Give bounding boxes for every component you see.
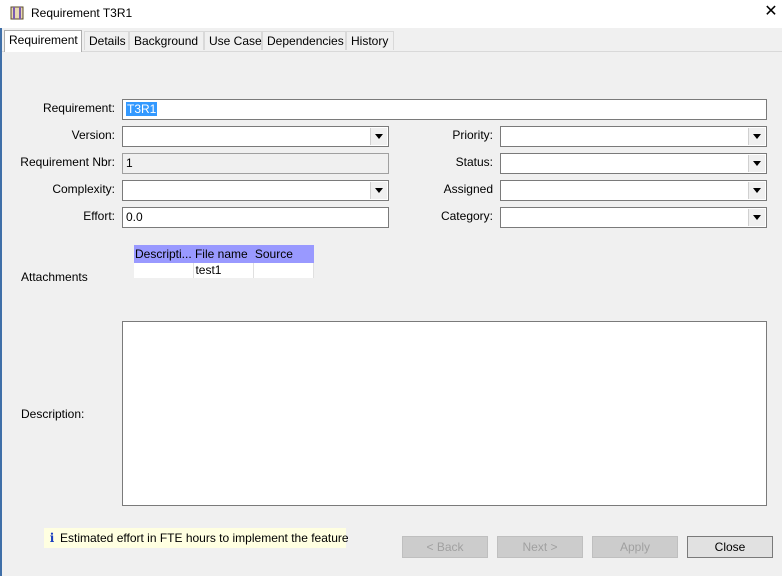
description-textarea[interactable] bbox=[122, 321, 767, 506]
category-select[interactable] bbox=[500, 207, 767, 228]
close-window-button[interactable]: ✕ bbox=[762, 3, 780, 21]
hint-text: Estimated effort in FTE hours to impleme… bbox=[60, 531, 349, 545]
next-button[interactable]: Next > bbox=[497, 536, 583, 558]
chevron-down-icon bbox=[753, 161, 761, 166]
effort-label: Effort: bbox=[83, 209, 115, 223]
attachments-label: Attachments bbox=[21, 270, 88, 284]
priority-select[interactable] bbox=[500, 126, 767, 147]
chevron-down-icon bbox=[375, 134, 383, 139]
version-select[interactable] bbox=[122, 126, 389, 147]
chevron-down-icon bbox=[753, 215, 761, 220]
column-header-source[interactable]: Source bbox=[253, 245, 314, 263]
close-icon: ✕ bbox=[764, 3, 778, 20]
tab-details[interactable]: Details bbox=[84, 31, 129, 50]
requirement-name-value: T3R1 bbox=[126, 102, 158, 116]
requirement-name-input[interactable]: T3R1 bbox=[122, 99, 767, 120]
requirement-window-icon bbox=[10, 6, 24, 20]
tab-history[interactable]: History bbox=[346, 31, 394, 50]
status-select[interactable] bbox=[500, 153, 767, 174]
tab-background[interactable]: Background bbox=[129, 31, 204, 50]
table-cell[interactable] bbox=[253, 263, 314, 278]
attachments-table[interactable]: Descripti... File name Source test1 bbox=[134, 245, 314, 278]
window-edge bbox=[0, 28, 2, 576]
table-row[interactable]: test1 bbox=[134, 263, 314, 278]
close-button[interactable]: Close bbox=[687, 536, 773, 558]
tab-divider bbox=[2, 51, 782, 52]
back-button[interactable]: < Back bbox=[402, 536, 488, 558]
description-label: Description: bbox=[21, 407, 85, 421]
complexity-label: Complexity: bbox=[52, 182, 115, 196]
assigned-select[interactable] bbox=[500, 180, 767, 201]
category-label: Category: bbox=[440, 209, 493, 223]
tab-use-case[interactable]: Use Case bbox=[204, 31, 262, 50]
priority-dropdown-button[interactable] bbox=[748, 128, 765, 145]
status-dropdown-button[interactable] bbox=[748, 155, 765, 172]
chevron-down-icon bbox=[753, 188, 761, 193]
requirement-nbr-label: Requirement Nbr: bbox=[20, 155, 115, 169]
window-title: Requirement T3R1 bbox=[31, 6, 133, 20]
column-header-file-name[interactable]: File name bbox=[193, 245, 254, 263]
complexity-dropdown-button[interactable] bbox=[370, 182, 387, 199]
chevron-down-icon bbox=[375, 188, 383, 193]
status-label: Status: bbox=[455, 155, 493, 169]
priority-label: Priority: bbox=[452, 128, 493, 142]
table-cell[interactable] bbox=[134, 263, 195, 278]
chevron-down-icon bbox=[753, 134, 761, 139]
table-cell[interactable]: test1 bbox=[193, 263, 255, 278]
apply-button[interactable]: Apply bbox=[592, 536, 678, 558]
hint-bar: i Estimated effort in FTE hours to implem… bbox=[44, 528, 349, 548]
attachments-header-row: Descripti... File name Source bbox=[134, 245, 314, 263]
assigned-dropdown-button[interactable] bbox=[748, 182, 765, 199]
requirement-nbr-field: 1 bbox=[122, 153, 389, 174]
category-dropdown-button[interactable] bbox=[748, 209, 765, 226]
tab-dependencies[interactable]: Dependencies bbox=[262, 31, 346, 50]
requirement-label: Requirement: bbox=[42, 101, 115, 115]
effort-input[interactable]: 0.0 bbox=[122, 207, 389, 228]
column-header-description[interactable]: Descripti... bbox=[134, 245, 194, 263]
version-dropdown-button[interactable] bbox=[370, 128, 387, 145]
tab-requirement[interactable]: Requirement bbox=[4, 30, 82, 52]
info-icon: i bbox=[49, 531, 55, 545]
complexity-select[interactable] bbox=[122, 180, 389, 201]
version-label: Version: bbox=[71, 128, 115, 142]
assigned-label: Assigned bbox=[443, 182, 493, 196]
